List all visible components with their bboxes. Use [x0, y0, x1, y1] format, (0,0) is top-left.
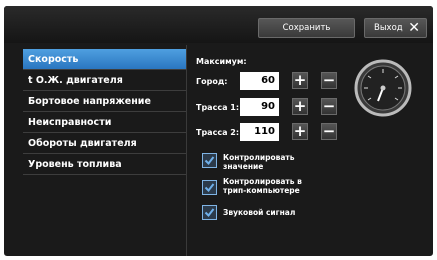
highway1-minus-button[interactable]: − [321, 98, 337, 115]
trip-computer-label-line1: Контролировать в [223, 177, 302, 186]
highway2-minus-button[interactable]: − [321, 123, 337, 140]
city-label: Город: [196, 77, 228, 86]
speedometer-icon [354, 59, 412, 117]
highway1-label: Трасса 1: [196, 103, 240, 112]
sidebar-item-voltage[interactable]: Бортовое напряжение [23, 91, 186, 112]
top-toolbar: Сохранить Выход ✕ [4, 6, 433, 43]
city-input[interactable]: 60 [240, 72, 279, 90]
city-minus-button[interactable]: − [321, 72, 337, 89]
monitor-value-label-line1: Контролировать [223, 153, 295, 162]
trip-computer-label-line2: трип-компьютере [223, 186, 300, 195]
sidebar-item-label: Неисправности [28, 116, 112, 128]
sidebar-item-fuel[interactable]: Уровень топлива [23, 154, 186, 175]
save-button[interactable]: Сохранить [258, 18, 355, 38]
check-icon [204, 183, 215, 193]
monitor-value-label: Контролировать значение [223, 153, 323, 171]
exit-button-label: Выход [374, 23, 403, 33]
sidebar-item-label: t О.Ж. двигателя [28, 74, 123, 86]
monitor-value-label-line2: значение [223, 162, 264, 171]
max-label: Максимум: [196, 57, 247, 66]
sidebar-item-faults[interactable]: Неисправности [23, 112, 186, 133]
exit-button[interactable]: Выход ✕ [364, 18, 427, 38]
sidebar-item-label: Бортовое напряжение [28, 95, 151, 107]
check-icon [204, 156, 215, 166]
sound-signal-checkbox[interactable] [202, 205, 217, 220]
highway2-label: Трасса 2: [196, 128, 240, 137]
app-window: Сохранить Выход ✕ Скорость t О.Ж. двигат… [4, 6, 433, 256]
close-icon: ✕ [408, 20, 420, 36]
panel-divider [186, 45, 187, 256]
highway2-plus-button[interactable]: + [292, 123, 308, 140]
highway1-input[interactable]: 90 [240, 98, 279, 116]
city-plus-button[interactable]: + [292, 72, 308, 89]
sidebar-item-label: Скорость [28, 53, 79, 65]
highway1-plus-button[interactable]: + [292, 98, 308, 115]
save-button-label: Сохранить [282, 23, 331, 33]
check-icon [204, 208, 215, 218]
trip-computer-checkbox[interactable] [202, 180, 217, 195]
highway2-input[interactable]: 110 [240, 123, 279, 141]
monitor-value-checkbox[interactable] [202, 153, 217, 168]
trip-computer-label: Контролировать в трип-компьютере [223, 177, 323, 195]
sidebar-item-label: Обороты двигателя [28, 137, 137, 149]
sidebar-item-speed[interactable]: Скорость [23, 49, 186, 70]
sidebar: Скорость t О.Ж. двигателя Бортовое напря… [23, 49, 186, 175]
sidebar-item-coolant-temp[interactable]: t О.Ж. двигателя [23, 70, 186, 91]
sound-signal-label: Звуковой сигнал [223, 208, 296, 217]
sidebar-item-rpm[interactable]: Обороты двигателя [23, 133, 186, 154]
sidebar-item-label: Уровень топлива [28, 158, 122, 170]
